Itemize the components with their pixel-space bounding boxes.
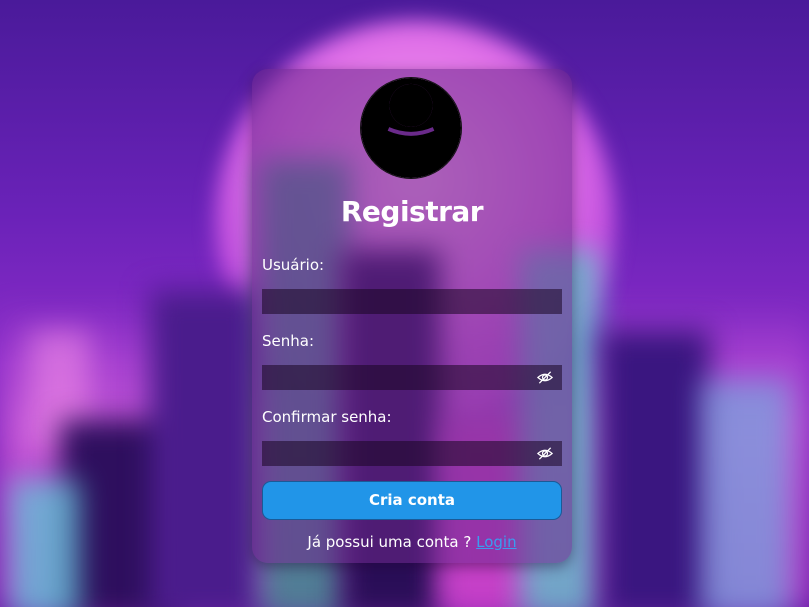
user-icon [360,77,462,179]
confirm-password-input[interactable] [262,441,562,466]
login-link[interactable]: Login [476,533,516,551]
eye-slash-icon[interactable] [536,369,554,386]
password-field[interactable] [262,365,562,390]
password-input[interactable] [262,365,562,390]
username-input[interactable] [262,289,562,314]
password-label: Senha: [262,332,315,350]
username-field[interactable] [262,289,562,314]
page-title: Registrar [340,195,484,228]
login-prompt-text: Já possui uma conta ? [307,533,477,551]
confirm-password-label: Confirmar senha: [262,408,392,426]
background-building [10,480,80,607]
eye-slash-icon[interactable] [536,445,554,462]
background-building [700,380,790,607]
create-account-button[interactable]: Cria conta [262,481,562,520]
background-building [600,330,710,607]
background-building [150,290,260,607]
register-card: Registrar Usuário: Senha: Confirmar senh… [252,69,572,563]
username-label: Usuário: [262,256,325,274]
login-prompt: Já possui uma conta ? Login [252,533,572,551]
confirm-password-field[interactable] [262,441,562,466]
